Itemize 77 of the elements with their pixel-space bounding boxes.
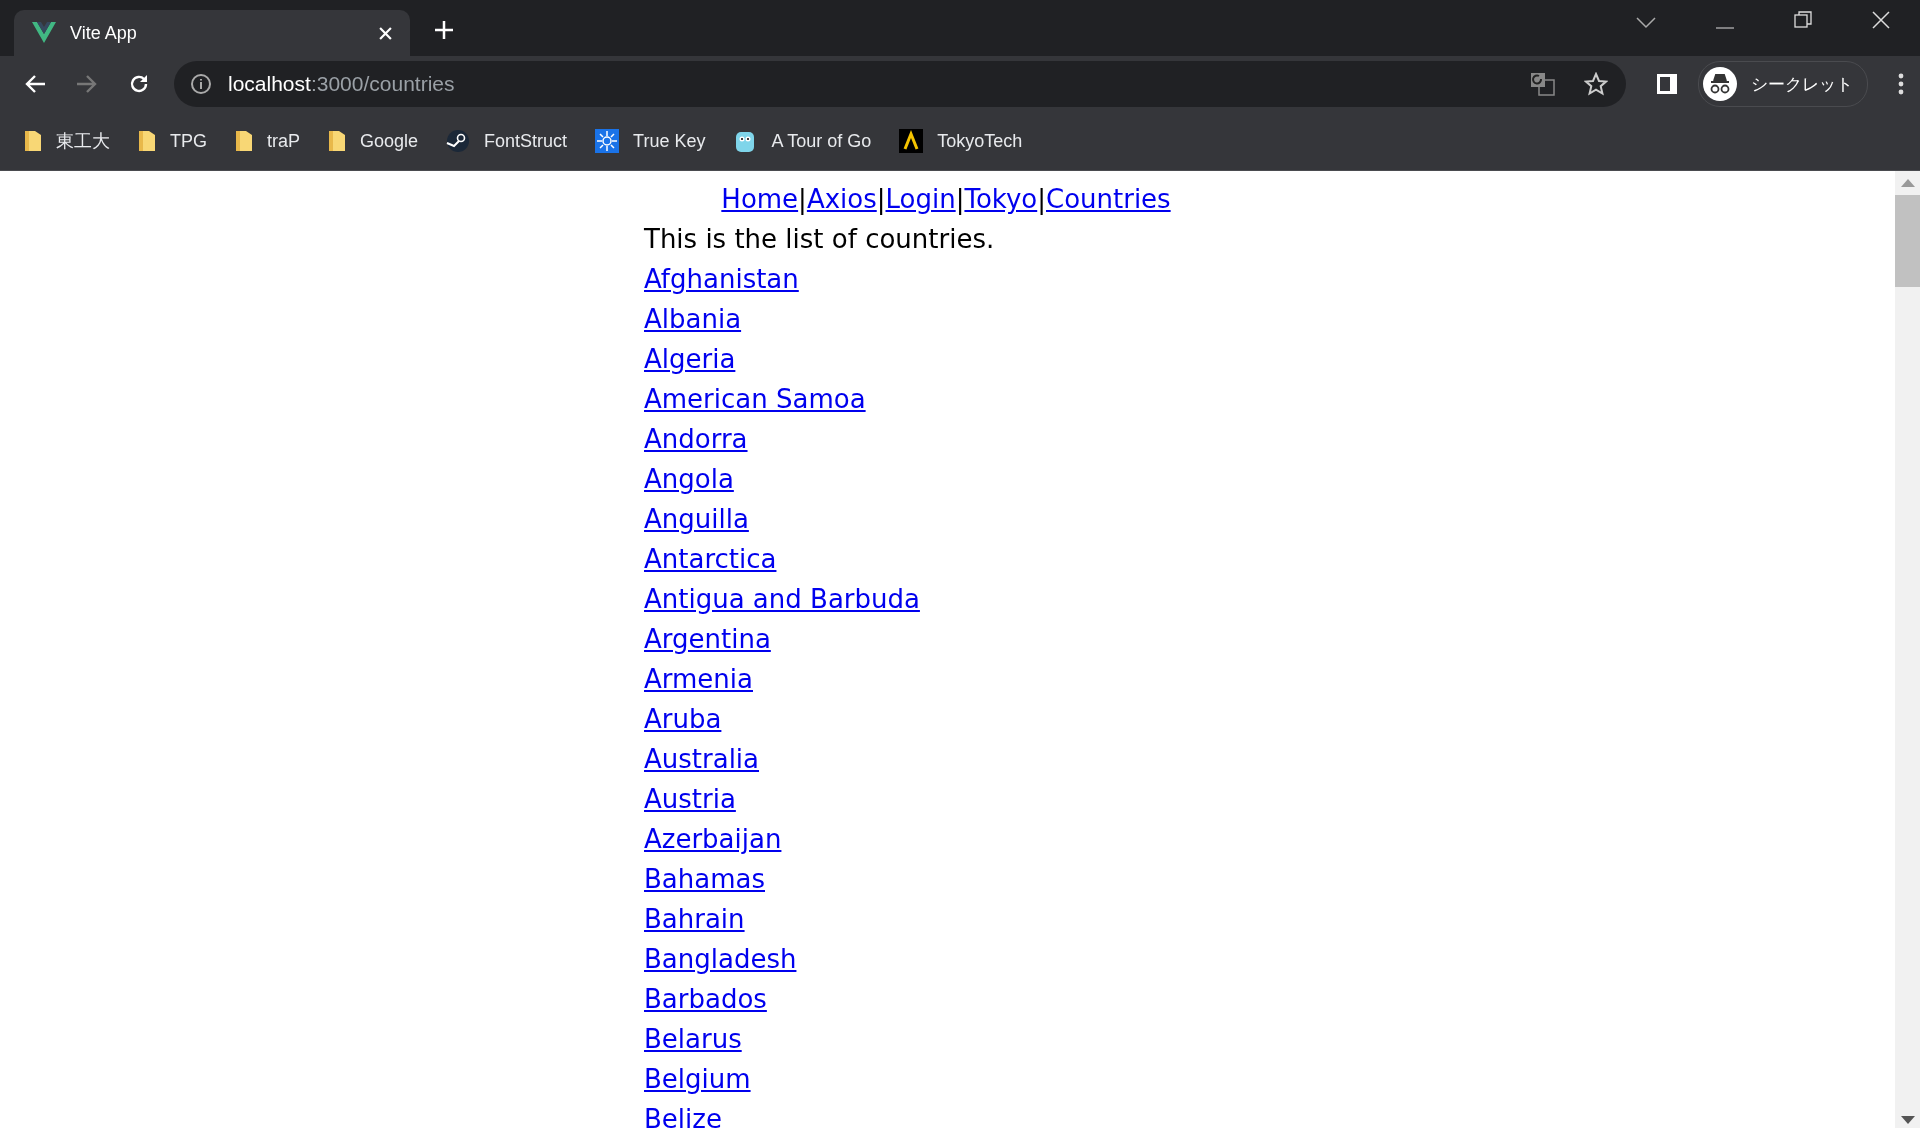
star-icon[interactable] bbox=[1584, 72, 1608, 96]
bookmark-label: FontStruct bbox=[484, 130, 568, 152]
restore-icon[interactable] bbox=[1794, 11, 1812, 29]
country-link[interactable]: Bangladesh bbox=[644, 944, 797, 974]
nav-separator: | bbox=[955, 184, 965, 214]
country-link[interactable]: Afghanistan bbox=[644, 264, 799, 294]
nav-link[interactable]: Axios bbox=[806, 184, 877, 214]
bookmark-label: TPG bbox=[170, 130, 207, 152]
menu-icon[interactable] bbox=[1898, 73, 1904, 95]
country-link[interactable]: Barbados bbox=[644, 984, 767, 1014]
info-icon bbox=[190, 73, 212, 95]
scroll-down-icon[interactable] bbox=[1900, 1116, 1915, 1124]
bookmark-label: Google bbox=[360, 130, 419, 152]
country-link[interactable]: Andorra bbox=[644, 424, 748, 454]
nav-link[interactable]: Home bbox=[721, 184, 799, 214]
incognito-icon bbox=[1703, 67, 1737, 101]
lambda-logo-icon bbox=[899, 129, 924, 153]
country-link[interactable]: Azerbaijan bbox=[644, 824, 782, 854]
nav-separator: | bbox=[798, 184, 807, 214]
bookmark-item[interactable]: TokyoTech bbox=[899, 129, 1023, 153]
forward-arrow-icon[interactable] bbox=[76, 74, 98, 94]
tab-title: Vite App bbox=[70, 22, 138, 44]
bookmark-label: 東工大 bbox=[56, 130, 110, 153]
nav-separator: | bbox=[876, 184, 886, 214]
country-link[interactable]: Belarus bbox=[644, 1024, 742, 1054]
scrollbar[interactable] bbox=[1895, 171, 1920, 1128]
country-link[interactable]: Anguilla bbox=[644, 504, 749, 534]
country-link[interactable]: Antigua and Barbuda bbox=[644, 584, 920, 614]
country-link[interactable]: Bahrain bbox=[644, 904, 745, 934]
country-link[interactable]: Belgium bbox=[644, 1064, 751, 1094]
country-link[interactable]: Argentina bbox=[644, 624, 771, 654]
country-link[interactable]: Angola bbox=[644, 464, 734, 494]
new-tab-icon[interactable] bbox=[434, 20, 454, 40]
translate-icon[interactable] bbox=[1530, 71, 1556, 97]
folder-icon bbox=[328, 130, 347, 152]
nav-link[interactable]: Countries bbox=[1046, 184, 1171, 214]
side-panel-icon[interactable] bbox=[1656, 73, 1678, 95]
v-logo-icon bbox=[32, 22, 56, 44]
country-link[interactable]: Australia bbox=[644, 744, 759, 774]
back-arrow-icon[interactable] bbox=[24, 74, 46, 94]
bookmark-item[interactable]: Google bbox=[328, 130, 419, 152]
address-bar[interactable]: localhost:3000/countries bbox=[174, 61, 1626, 107]
browser-tab[interactable]: Vite App bbox=[14, 10, 410, 56]
country-link[interactable]: Austria bbox=[644, 784, 736, 814]
intro-text: This is the list of countries. bbox=[644, 223, 996, 256]
country-link[interactable]: Armenia bbox=[644, 664, 753, 694]
close-icon[interactable] bbox=[1872, 11, 1890, 29]
sun-logo-icon bbox=[595, 129, 620, 153]
bookmark-label: A Tour of Go bbox=[771, 130, 872, 152]
country-link[interactable]: Albania bbox=[644, 304, 742, 334]
bookmark-item[interactable]: 東工大 bbox=[24, 129, 110, 153]
country-link[interactable]: American Samoa bbox=[644, 384, 866, 414]
incognito-button[interactable]: シークレット bbox=[1698, 61, 1868, 107]
chevron-down-icon[interactable] bbox=[1636, 17, 1656, 29]
country-link[interactable]: Algeria bbox=[644, 344, 736, 374]
country-link[interactable]: Antarctica bbox=[644, 544, 777, 574]
country-link[interactable]: Belize bbox=[644, 1104, 722, 1128]
folder-icon bbox=[24, 130, 42, 152]
bookmark-label: traP bbox=[267, 130, 301, 152]
bookmark-item[interactable]: TPG bbox=[138, 130, 207, 152]
bookmark-item[interactable]: A Tour of Go bbox=[733, 129, 872, 153]
nav-link[interactable]: Tokyo bbox=[964, 184, 1038, 214]
nav-separator: | bbox=[1037, 184, 1046, 214]
bookmark-label: True Key bbox=[633, 130, 706, 152]
bookmark-item[interactable]: FontStruct bbox=[446, 129, 568, 153]
country-link[interactable]: Bahamas bbox=[644, 864, 765, 894]
bookmark-item[interactable]: traP bbox=[235, 130, 301, 152]
folder-icon bbox=[235, 130, 253, 152]
country-link[interactable]: Aruba bbox=[644, 704, 722, 734]
bookmark-item[interactable]: True Key bbox=[595, 129, 706, 153]
url-text: localhost:3000/countries bbox=[228, 72, 455, 96]
steam-icon bbox=[446, 129, 471, 153]
reload-icon[interactable] bbox=[128, 73, 150, 95]
scrollbar-thumb[interactable] bbox=[1895, 195, 1920, 287]
folder-icon bbox=[138, 130, 156, 152]
nav-link[interactable]: Login bbox=[885, 184, 956, 214]
bookmark-label: TokyoTech bbox=[937, 130, 1023, 152]
